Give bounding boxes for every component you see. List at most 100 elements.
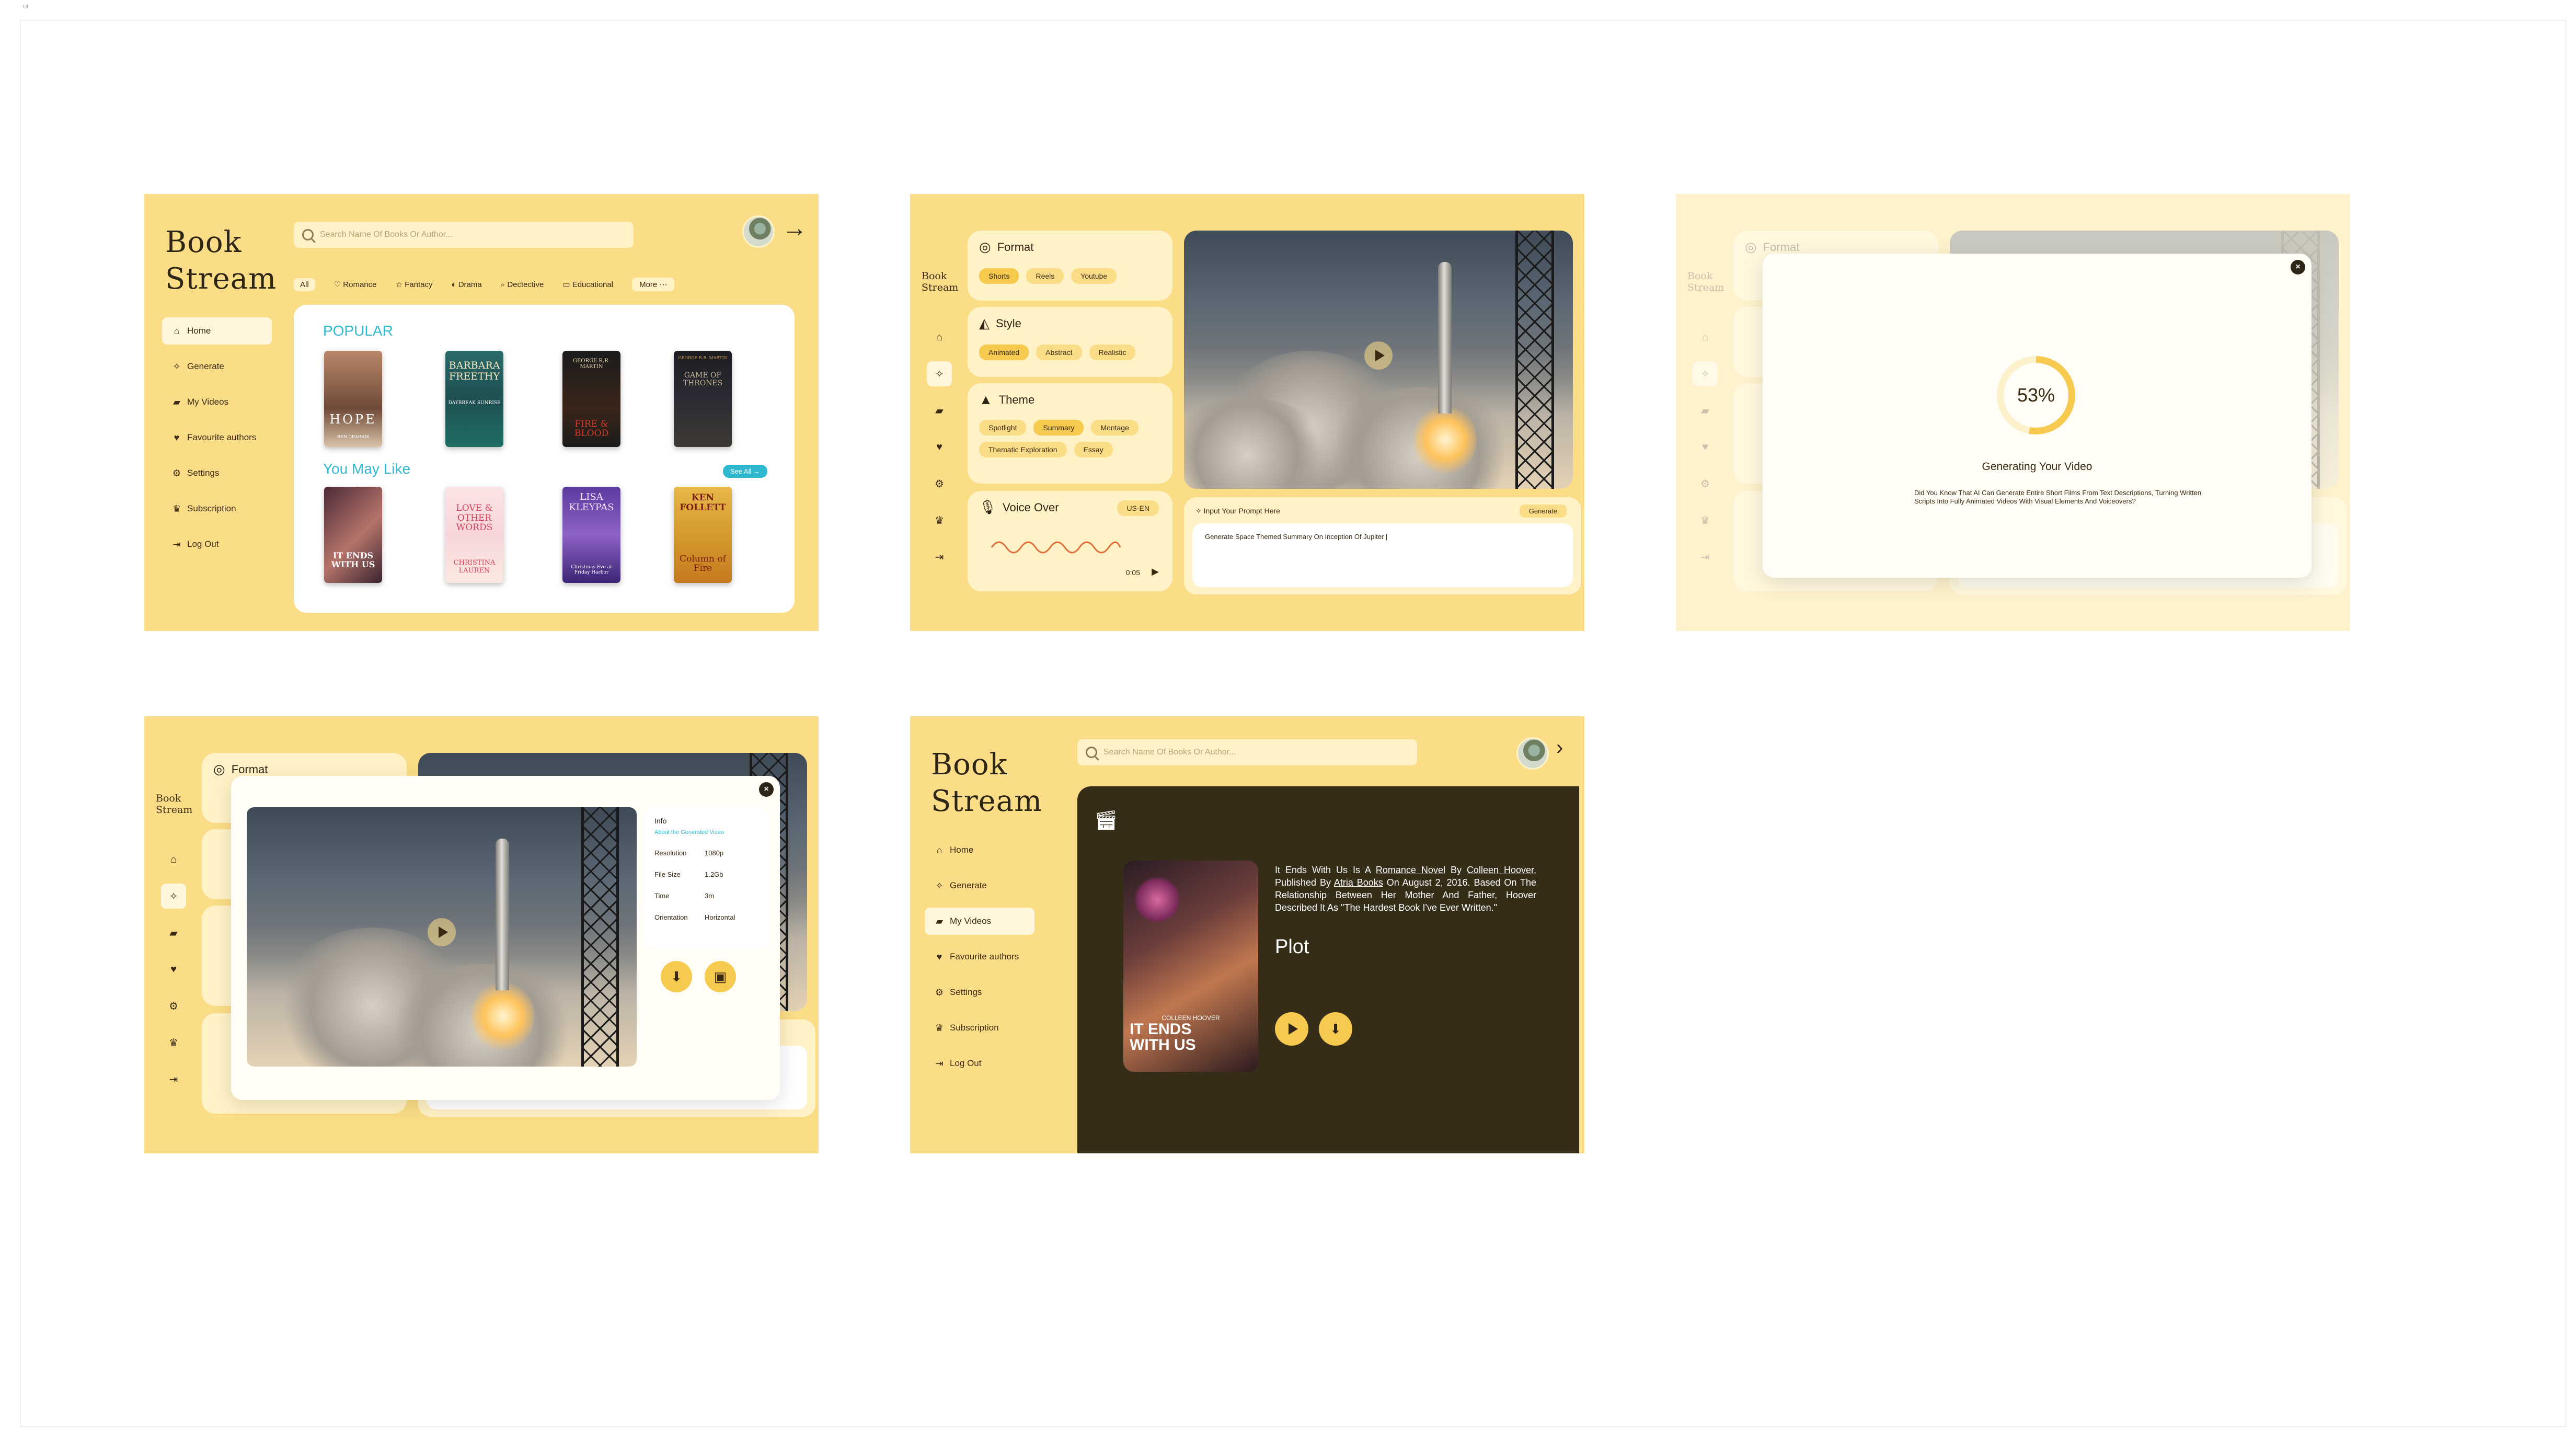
book-cover[interactable]: KEN FOLLETT Column of Fire — [674, 487, 732, 583]
user-avatar[interactable] — [1516, 737, 1549, 770]
book-cover[interactable]: GEORGE R.R. MARTIN FIRE & BLOOD — [562, 351, 620, 447]
chip-essay[interactable]: Essay — [1074, 442, 1113, 457]
logout-icon: ⇥ — [172, 539, 181, 549]
clapperboard-icon: 🎬︎ — [1094, 809, 1118, 831]
corner-label: UI — [23, 4, 28, 10]
search-placeholder: Search Name Of Books Or Author... — [320, 230, 453, 239]
sidebar-item-generate[interactable]: ✧ Generate — [925, 872, 1034, 899]
book-cover[interactable]: BARBARA FREETHY DAYBREAK SUNRISE — [445, 351, 503, 447]
sidebar-item-my-videos[interactable]: ▰ My Videos — [925, 908, 1034, 935]
play-button[interactable] — [1275, 1012, 1308, 1046]
download-icon: ⬇ — [671, 968, 682, 984]
logout-icon[interactable]: ⇥ — [927, 544, 952, 569]
generated-video[interactable] — [247, 807, 637, 1067]
star-icon: ☆ — [395, 280, 405, 289]
download-button[interactable]: ⬇ — [1319, 1012, 1352, 1046]
gear-icon[interactable]: ⚙ — [161, 993, 186, 1018]
generate-button[interactable]: Generate — [1519, 505, 1567, 518]
chip-realistic[interactable]: Realistic — [1089, 345, 1136, 360]
sidebar-item-settings[interactable]: ⚙ Settings — [162, 460, 272, 487]
genre-link[interactable]: Romance Novel — [1376, 865, 1445, 875]
sidebar-item-my-videos[interactable]: ▰ My Videos — [162, 388, 272, 416]
user-avatar[interactable] — [742, 215, 775, 248]
microphone-icon: 🎙 — [979, 499, 997, 515]
play-button[interactable] — [1364, 341, 1393, 370]
voice-over-title: 🎙 Voice Over — [979, 499, 1059, 515]
book-cover[interactable]: LOVE & OTHER WORDS CHRISTINA LAUREN — [445, 487, 503, 583]
palette-icon: ◭ — [979, 315, 990, 331]
save-button[interactable]: ▣ — [705, 961, 736, 992]
video-icon: ▰ — [936, 915, 943, 926]
sidebar-item-generate[interactable]: ✧ Generate — [162, 353, 272, 380]
bookmark-icon: ▣ — [714, 968, 727, 984]
close-icon[interactable]: × — [759, 782, 774, 797]
video-icon[interactable]: ▰ — [161, 920, 186, 945]
sidebar-item-subscription[interactable]: ♛ Subscription — [162, 495, 272, 522]
tab-educational[interactable]: ▭ Educational — [562, 280, 613, 289]
sidebar-item-subscription[interactable]: ♛ Subscription — [925, 1014, 1034, 1041]
download-button[interactable]: ⬇ — [661, 961, 692, 992]
sidebar-item-favourite-authors[interactable]: ♥ Favourite authors — [925, 943, 1034, 970]
sparkle-icon[interactable]: ✧ — [161, 884, 186, 909]
play-icon[interactable]: ▶ — [1152, 566, 1159, 577]
video-icon[interactable]: ▰ — [927, 398, 952, 423]
heart-icon[interactable]: ♥ — [161, 957, 186, 982]
book-cover[interactable]: LISA KLEYPAS Christmas Eve at Friday Har… — [562, 487, 620, 583]
sidebar-item-home[interactable]: ⌂ Home — [925, 837, 1034, 864]
sidebar-item-settings[interactable]: ⚙ Settings — [925, 979, 1034, 1006]
prompt-panel: ✧ Input Your Prompt Here Generate Genera… — [1184, 497, 1581, 594]
heart-icon[interactable]: ♥ — [927, 434, 952, 460]
chip-abstract[interactable]: Abstract — [1036, 345, 1082, 360]
search-bar[interactable]: Search Name Of Books Or Author... — [294, 222, 634, 248]
tab-fantacy[interactable]: ☆ Fantacy — [396, 280, 433, 289]
sidebar-item-logout[interactable]: ⇥ Log Out — [162, 531, 272, 558]
tab-romance[interactable]: ♡ Romance — [334, 280, 377, 289]
chip-summary[interactable]: Summary — [1033, 420, 1084, 436]
locale-select[interactable]: US-EN — [1117, 500, 1159, 516]
close-icon[interactable]: × — [2291, 260, 2305, 274]
sidebar-item-favourite-authors[interactable]: ♥ Favourite authors — [162, 424, 272, 451]
sparkle-icon[interactable]: ✧ — [927, 361, 952, 386]
logout-icon[interactable]: ⇥ — [161, 1067, 186, 1092]
tab-drama[interactable]: ◐ Drama — [451, 280, 481, 289]
home-icon[interactable]: ⌂ — [927, 325, 952, 350]
video-preview[interactable] — [1184, 231, 1573, 489]
see-all-button[interactable]: See All → — [722, 465, 767, 478]
play-button[interactable] — [428, 918, 456, 946]
book-cover[interactable]: IT ENDS WITH US — [324, 487, 382, 583]
style-panel: ◭ Style Animated Abstract Realistic — [968, 307, 1172, 377]
author-link[interactable]: Colleen Hoover — [1467, 865, 1534, 875]
crown-icon[interactable]: ♛ — [161, 1030, 186, 1055]
book-cover[interactable]: GEORGE R.R. MARTIN GAME OF THRONES — [674, 351, 732, 447]
format-panel: ◎ Format Shorts Reels Youtube — [968, 231, 1172, 301]
video-icon: ▰ — [173, 396, 180, 407]
chip-spotlight[interactable]: Spotlight — [979, 420, 1027, 436]
info-row: Time 3m — [654, 892, 715, 900]
crown-icon[interactable]: ♛ — [927, 508, 952, 533]
chip-youtube[interactable]: Youtube — [1071, 268, 1117, 284]
home-icon[interactable]: ⌂ — [161, 847, 186, 872]
book-cover[interactable]: HOPE BEN GRAHAM — [324, 351, 382, 447]
tab-more[interactable]: More ⋯ — [632, 278, 675, 291]
tab-dectective[interactable]: ⌕ Dectective — [501, 280, 544, 289]
heart-icon: ♥ — [936, 951, 942, 962]
prompt-input[interactable]: Generate Space Themed Summary On Incepti… — [1192, 523, 1573, 587]
book-cover[interactable]: COLLEEN HOOVER IT ENDS WITH US — [1123, 861, 1258, 1072]
chip-thematic-exploration[interactable]: Thematic Exploration — [979, 442, 1067, 457]
publisher-link[interactable]: Atria Books — [1334, 877, 1383, 888]
chip-montage[interactable]: Montage — [1091, 420, 1138, 436]
gear-icon[interactable]: ⚙ — [927, 471, 952, 496]
crown-icon: ♛ — [172, 503, 181, 514]
shapes-icon: ▲ — [979, 392, 993, 407]
chip-shorts[interactable]: Shorts — [979, 268, 1019, 284]
search-bar[interactable]: Search Name Of Books Or Author... — [1077, 739, 1417, 765]
chip-reels[interactable]: Reels — [1026, 268, 1064, 284]
chip-animated[interactable]: Animated — [979, 345, 1029, 360]
sidebar-item-logout[interactable]: ⇥ Log Out — [925, 1050, 1034, 1077]
sidebar-item-home[interactable]: ⌂ Home — [162, 317, 272, 345]
info-row: Orientation Horizontal — [654, 913, 735, 921]
tab-all[interactable]: All — [294, 278, 315, 291]
chevron-right-icon[interactable]: › — [1556, 737, 1563, 758]
arrow-right-icon[interactable]: → — [782, 216, 807, 241]
progress-ring: 53% — [1997, 356, 2075, 434]
